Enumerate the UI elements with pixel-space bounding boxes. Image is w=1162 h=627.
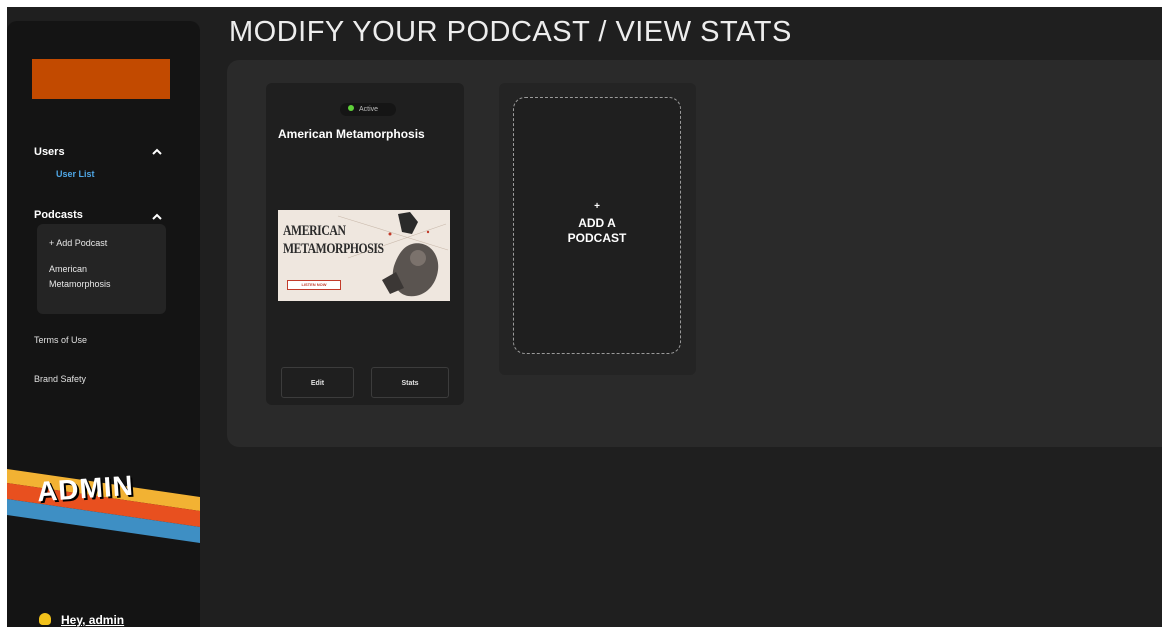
admin-banner-text: ADMIN (36, 469, 135, 508)
waving-hand-icon (39, 613, 51, 625)
sidebar-section-users[interactable]: Users (34, 146, 65, 158)
greeting-text: Hey, admin (61, 613, 125, 627)
status-badge: Active (340, 103, 396, 116)
admin-banner-stripes (7, 469, 200, 543)
chevron-up-icon[interactable] (152, 212, 162, 222)
add-podcast-label-line: ADD A (578, 216, 616, 230)
sidebar-section-podcasts[interactable]: Podcasts (34, 209, 83, 221)
sidebar-item-label: American (49, 264, 88, 274)
chevron-up-icon[interactable] (152, 147, 162, 157)
brand-logo[interactable] (32, 59, 170, 99)
add-podcast-tile: + ADD A PODCAST (499, 83, 696, 375)
sidebar-section-label: Podcasts (34, 209, 83, 221)
sidebar-section-label: Users (34, 146, 65, 158)
sidebar-item-label: Metamorphosis (49, 279, 111, 289)
sidebar-item-american-metamorphosis[interactable]: American Metamorphosis (49, 262, 111, 292)
add-podcast-button[interactable]: + ADD A PODCAST (513, 97, 681, 354)
status-text: Active (359, 106, 379, 113)
sidebar-item-user-list[interactable]: User List (56, 169, 95, 179)
podcast-cover-image: AMERICAN METAMORPHOSIS LISTEN NOW (278, 210, 450, 301)
user-greeting[interactable]: Hey, admin (39, 613, 124, 627)
cover-title-line: METAMORPHOSIS (283, 241, 384, 257)
podcasts-submenu: + Add Podcast American Metamorphosis (37, 224, 166, 314)
plus-icon: + (594, 201, 600, 212)
app-frame: Users User List Podcasts + Add Podcast A… (7, 7, 1162, 627)
sidebar: Users User List Podcasts + Add Podcast A… (7, 21, 200, 627)
cover-title: AMERICAN METAMORPHOSIS (283, 222, 384, 258)
sidebar-item-add-podcast[interactable]: + Add Podcast (49, 236, 107, 251)
sidebar-link-terms-of-use[interactable]: Terms of Use (34, 335, 87, 345)
podcast-card: Active American Metamorphosis AMERICAN M… (266, 83, 464, 405)
add-podcast-label-line: PODCAST (567, 231, 627, 245)
cover-title-line: AMERICAN (283, 223, 346, 239)
page-title: MODIFY YOUR PODCAST / VIEW STATS (229, 16, 792, 48)
edit-button[interactable]: Edit (281, 367, 354, 398)
stats-button[interactable]: Stats (371, 367, 449, 398)
status-dot-icon (348, 105, 354, 111)
cover-listen-now-badge: LISTEN NOW (287, 280, 341, 290)
sidebar-link-brand-safety[interactable]: Brand Safety (34, 374, 86, 384)
add-podcast-label: ADD A PODCAST (514, 216, 680, 246)
podcast-title: American Metamorphosis (278, 127, 425, 141)
